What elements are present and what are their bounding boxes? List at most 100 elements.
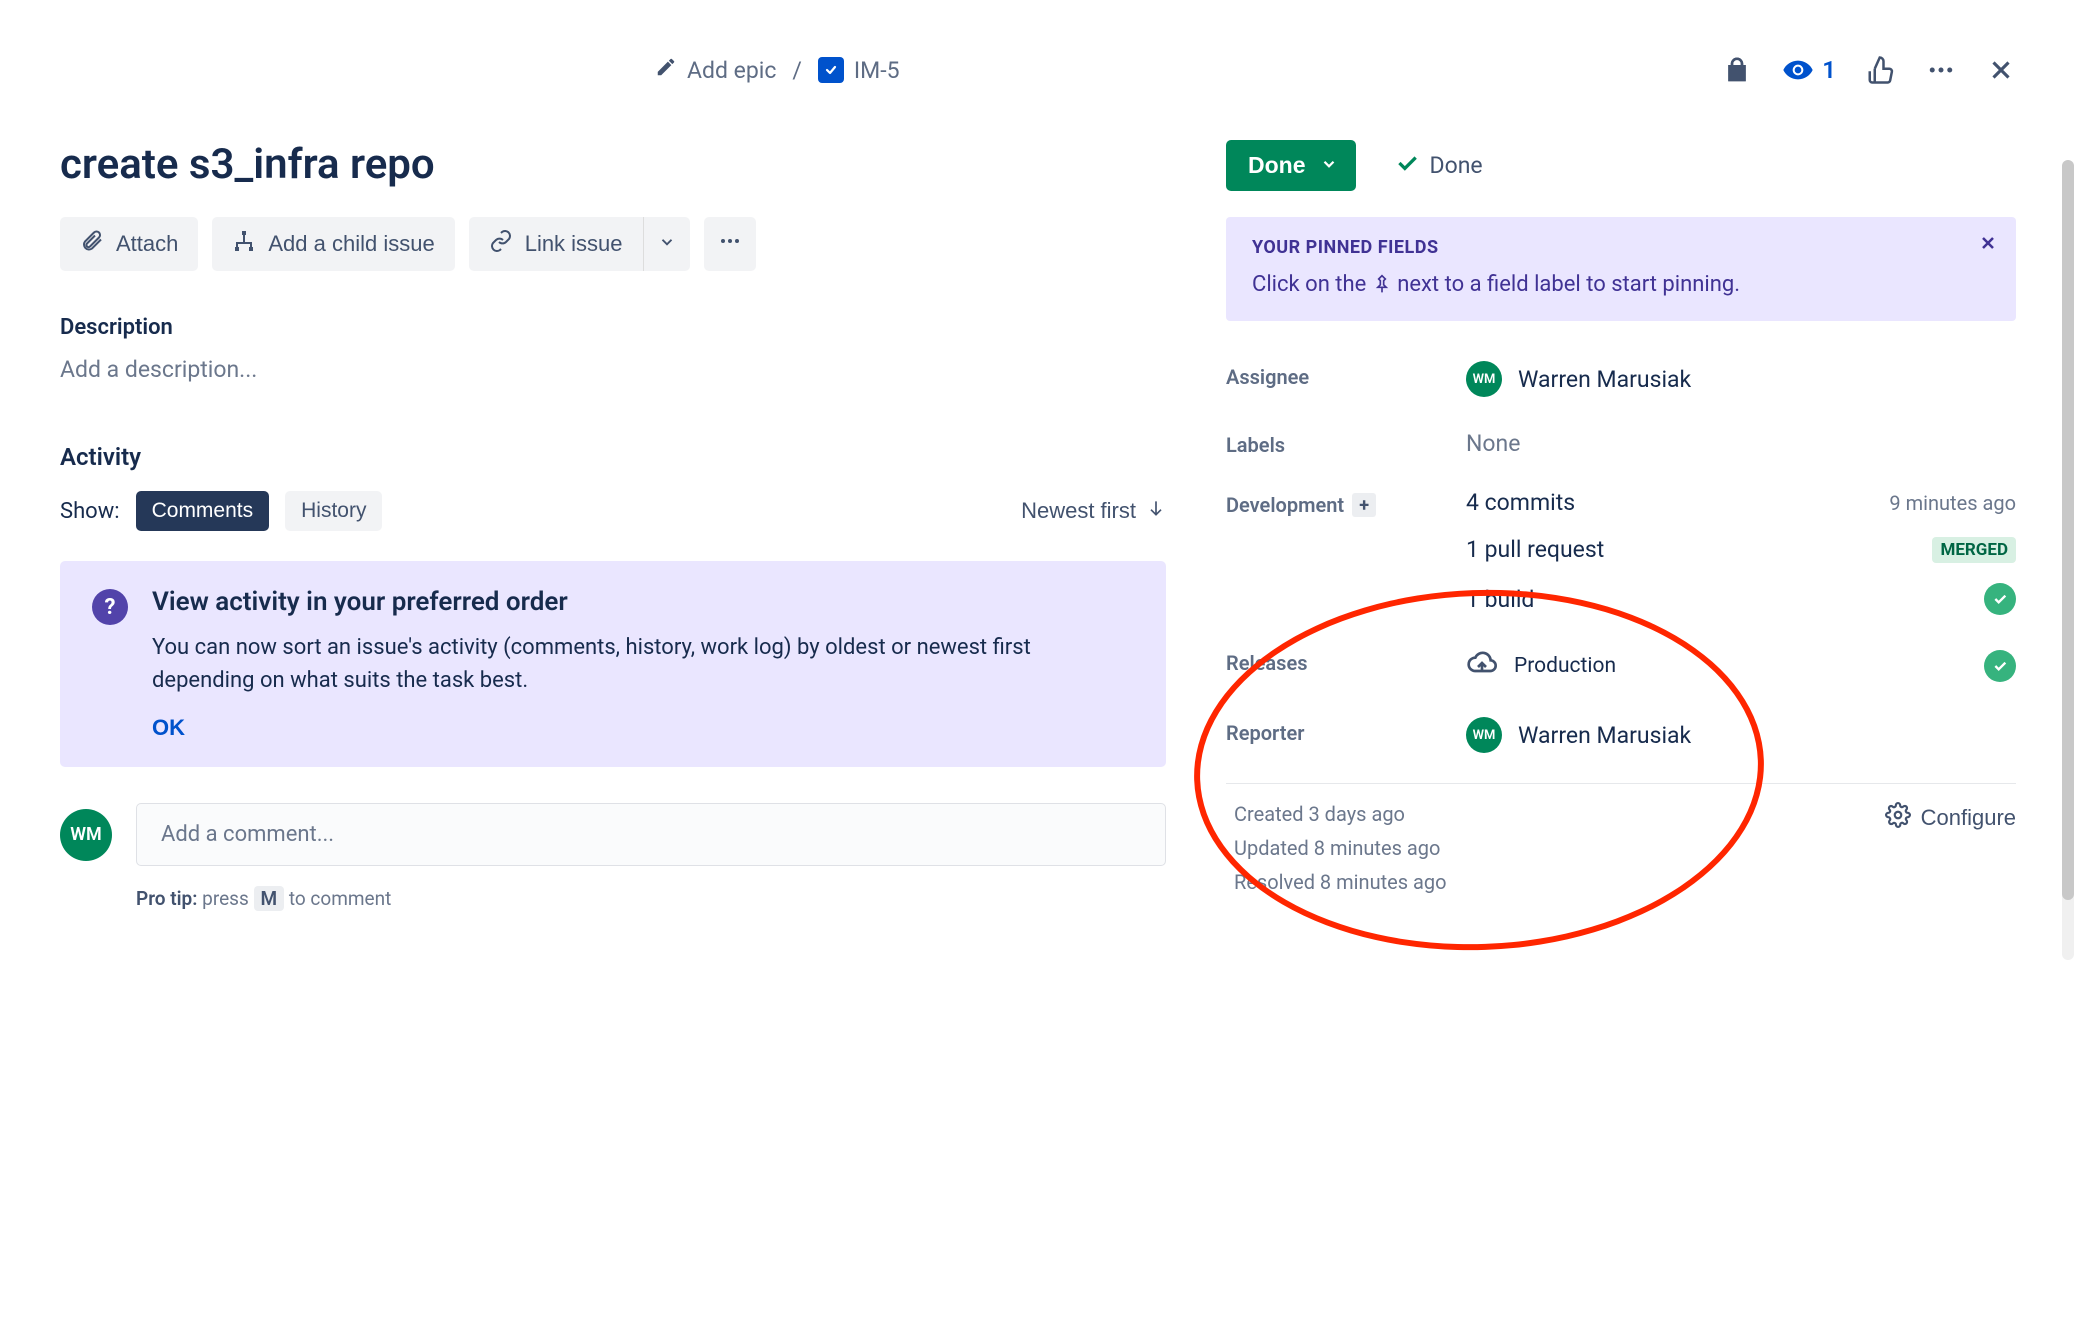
link-issue-dropdown[interactable] — [643, 217, 690, 271]
meta-timestamps: Created 3 days ago Updated 8 minutes ago… — [1226, 802, 1447, 894]
reporter-field[interactable]: Reporter WM Warren Marusiak — [1226, 701, 2016, 769]
pinned-title: YOUR PINNED FIELDS — [1252, 237, 1990, 258]
issue-type-icon — [818, 57, 844, 83]
banner-ok-button[interactable]: OK — [152, 715, 185, 741]
pro-tip-rest: to comment — [289, 887, 391, 910]
activity-order-banner: ? View activity in your preferred order … — [60, 561, 1166, 767]
pro-tip-label: Pro tip: — [136, 887, 197, 910]
pro-tip-key: M — [254, 886, 285, 911]
add-child-label: Add a child issue — [268, 231, 434, 257]
chevron-down-icon — [1320, 152, 1338, 179]
assignee-name: Warren Marusiak — [1518, 366, 1691, 393]
resolution-indicator: Done — [1394, 150, 1483, 182]
status-label: Done — [1248, 152, 1306, 179]
banner-title: View activity in your preferred order — [152, 587, 1134, 617]
attach-icon — [80, 229, 104, 259]
close-icon[interactable] — [1986, 55, 2016, 85]
check-icon — [1394, 150, 1420, 182]
meta-resolved: Resolved 8 minutes ago — [1234, 870, 1447, 894]
current-user-avatar: WM — [60, 809, 112, 861]
dev-builds-label: 1 build — [1466, 586, 1534, 613]
configure-label: Configure — [1921, 805, 2016, 831]
status-dropdown[interactable]: Done — [1226, 140, 1356, 191]
watchers-button[interactable]: 1 — [1782, 54, 1836, 86]
resolution-label: Done — [1430, 152, 1483, 179]
divider — [1226, 783, 2016, 784]
release-name: Production — [1514, 654, 1616, 678]
development-label: Development — [1226, 493, 1344, 517]
pinned-close-button[interactable] — [1978, 233, 1998, 259]
reporter-label: Reporter — [1226, 717, 1466, 753]
dev-commits[interactable]: 4 commits 9 minutes ago — [1466, 489, 2016, 516]
watchers-count: 1 — [1822, 56, 1836, 84]
more-actions-button[interactable] — [704, 217, 756, 271]
pin-icon — [1372, 272, 1397, 297]
topbar: Add epic / IM-5 1 — [60, 40, 2016, 100]
breadcrumb: Add epic / IM-5 — [655, 56, 900, 84]
dev-commits-time: 9 minutes ago — [1889, 491, 2016, 515]
assignee-label: Assignee — [1226, 361, 1466, 397]
attach-label: Attach — [116, 231, 178, 257]
action-row: Attach Add a child issue Link issue — [60, 217, 1166, 271]
topbar-actions: 1 — [1722, 54, 2016, 86]
lock-icon[interactable] — [1722, 55, 1752, 85]
link-issue-label: Link issue — [525, 231, 623, 257]
link-icon — [489, 229, 513, 259]
assignee-avatar: WM — [1466, 361, 1502, 397]
dev-builds[interactable]: 1 build — [1466, 583, 2016, 615]
comment-input[interactable]: Add a comment... — [136, 803, 1166, 866]
hierarchy-icon — [232, 229, 256, 259]
configure-button[interactable]: Configure — [1885, 802, 2016, 834]
issue-title[interactable]: create s3_infra repo — [60, 140, 1166, 189]
eye-icon — [1782, 54, 1814, 86]
cloud-upload-icon — [1466, 647, 1498, 685]
issue-key-link[interactable]: IM-5 — [818, 57, 900, 84]
add-child-button[interactable]: Add a child issue — [212, 217, 454, 271]
releases-label: Releases — [1226, 647, 1466, 685]
development-field: Development + 4 commits 9 minutes ago 1 … — [1226, 473, 2016, 631]
tab-comments[interactable]: Comments — [136, 491, 270, 531]
pinned-hint: Click on the next to a field label to st… — [1252, 272, 1990, 297]
issue-key: IM-5 — [854, 57, 900, 84]
attach-button[interactable]: Attach — [60, 217, 198, 271]
description-label: Description — [60, 315, 1166, 340]
scrollbar-track[interactable] — [2062, 160, 2074, 960]
meta-created: Created 3 days ago — [1234, 802, 1447, 826]
meta-updated: Updated 8 minutes ago — [1234, 836, 1447, 860]
banner-body: You can now sort an issue's activity (co… — [152, 631, 1134, 697]
arrow-down-icon — [1146, 498, 1166, 524]
dev-commits-label: 4 commits — [1466, 489, 1575, 516]
scrollbar-thumb[interactable] — [2062, 160, 2074, 900]
gear-icon — [1885, 802, 1911, 834]
chevron-down-icon — [658, 231, 676, 257]
tab-history[interactable]: History — [285, 491, 382, 531]
pencil-icon — [655, 56, 677, 84]
add-epic-link[interactable]: Add epic — [655, 56, 776, 84]
description-field[interactable]: Add a description... — [60, 356, 1166, 383]
activity-label: Activity — [60, 443, 1166, 471]
question-icon: ? — [92, 589, 128, 625]
pinned-fields-panel: YOUR PINNED FIELDS Click on the next to … — [1226, 217, 2016, 321]
thumbs-up-icon[interactable] — [1866, 55, 1896, 85]
activity-sort-button[interactable]: Newest first — [1021, 498, 1166, 524]
link-issue-button[interactable]: Link issue — [469, 217, 643, 271]
more-icon — [718, 229, 742, 259]
assignee-field[interactable]: Assignee WM Warren Marusiak — [1226, 345, 2016, 413]
dev-prs-label: 1 pull request — [1466, 536, 1604, 563]
merged-lozenge: MERGED — [1932, 537, 2016, 563]
sort-label: Newest first — [1021, 498, 1136, 524]
labels-label: Labels — [1226, 429, 1466, 457]
pro-tip-press: press — [202, 887, 249, 910]
labels-value: None — [1466, 429, 2016, 457]
labels-field[interactable]: Labels None — [1226, 413, 2016, 473]
activity-show-label: Show: — [60, 499, 120, 524]
releases-field[interactable]: Releases Production — [1226, 631, 2016, 701]
reporter-avatar: WM — [1466, 717, 1502, 753]
reporter-name: Warren Marusiak — [1518, 722, 1691, 749]
development-add-button[interactable]: + — [1352, 493, 1376, 517]
more-icon[interactable] — [1926, 55, 1956, 85]
dev-prs[interactable]: 1 pull request MERGED — [1466, 536, 2016, 563]
pro-tip: Pro tip: press M to comment — [136, 886, 1166, 911]
build-success-icon — [1984, 583, 2016, 615]
breadcrumb-separator: / — [792, 57, 802, 84]
